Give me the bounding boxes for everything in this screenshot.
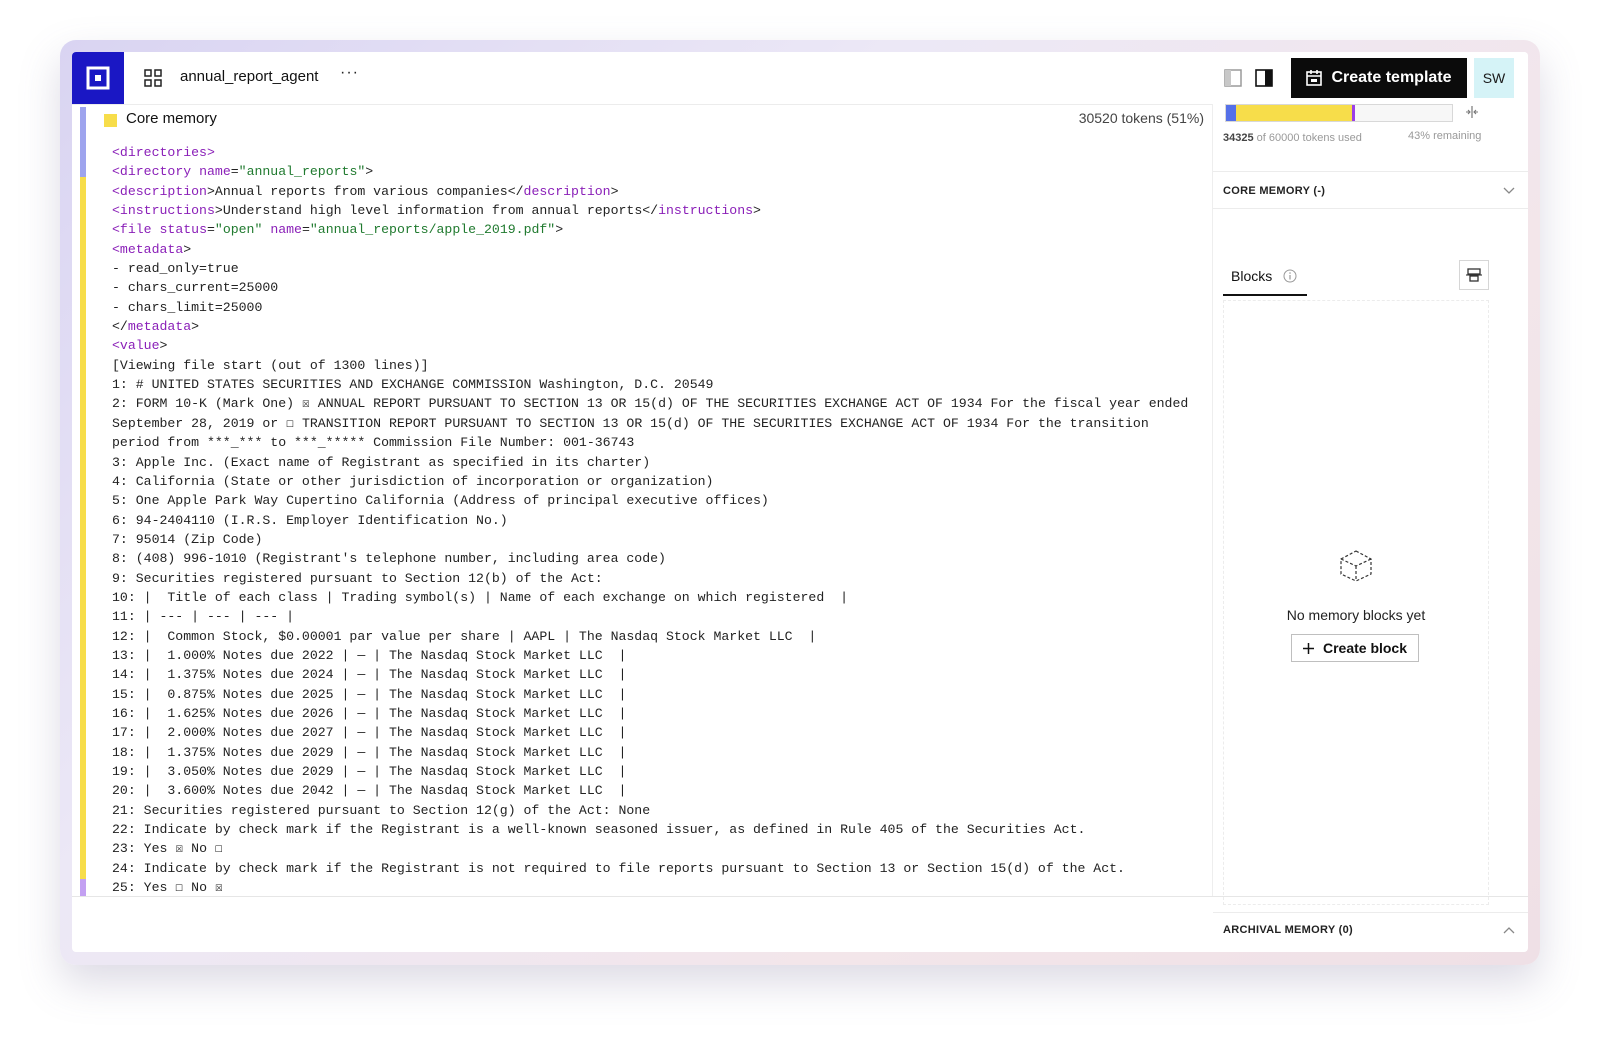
collapse-icon[interactable] xyxy=(1464,106,1480,118)
code-line: 21: Securities registered pursuant to Se… xyxy=(112,802,651,818)
context-window-bar xyxy=(1225,104,1453,122)
archival-memory-section-toggle[interactable]: ARCHIVAL MEMORY (0) xyxy=(1223,924,1353,936)
code-line: <directory name="annual_reports"> xyxy=(112,164,374,180)
tokens-used: 34325 of 60000 tokens used xyxy=(1223,132,1362,144)
core-memory-swatch xyxy=(104,114,117,127)
app-window: annual_report_agent ··· Create template … xyxy=(72,52,1528,952)
code-line: 1: # UNITED STATES SECURITIES AND EXCHAN… xyxy=(112,377,714,393)
info-icon[interactable] xyxy=(1283,269,1297,283)
code-line: - chars_current=25000 xyxy=(112,280,279,296)
code-line: 4: California (State or other jurisdicti… xyxy=(112,473,714,489)
block-tool-button[interactable] xyxy=(1459,260,1489,290)
top-bar: annual_report_agent ··· Create template … xyxy=(72,52,1528,104)
memory-sidebar: 34325 of 60000 tokens used 43% remaining… xyxy=(1212,104,1528,936)
cube-icon xyxy=(1340,550,1372,582)
code-line: <instructions>Understand high level info… xyxy=(112,203,761,219)
core-memory-title: Core memory xyxy=(126,110,217,127)
code-line: 2: FORM 10-K (Mark One) ☒ ANNUAL REPORT … xyxy=(112,396,1197,451)
code-line: 12: | Common Stock, $0.00001 par value p… xyxy=(112,628,817,644)
code-line: 24: Indicate by check mark if the Regist… xyxy=(112,860,1125,876)
code-line: 23: Yes ☒ No ☐ xyxy=(112,841,223,857)
code-line: 20: | 3.600% Notes due 2042 | — | The Na… xyxy=(112,783,627,799)
memory-content: <directories> <directory name="annual_re… xyxy=(112,143,1202,897)
memory-usage-rail xyxy=(80,107,86,897)
context-system-segment xyxy=(1226,105,1236,121)
panel-right-icon[interactable] xyxy=(1255,69,1273,87)
core-memory-panel: Core memory 30520 tokens (51%) <director… xyxy=(72,104,1212,952)
create-template-button[interactable]: Create template xyxy=(1291,58,1467,98)
tokens-remaining: 43% remaining xyxy=(1408,130,1482,142)
code-line: - read_only=true xyxy=(112,261,239,277)
template-icon xyxy=(1306,70,1323,86)
rail-messages-segment xyxy=(80,879,86,897)
avatar[interactable]: SW xyxy=(1474,58,1514,98)
code-line: <value> xyxy=(112,338,168,354)
rail-system-segment xyxy=(80,107,86,177)
core-memory-tokens: 30520 tokens (51%) xyxy=(1078,110,1204,126)
plus-icon xyxy=(1302,642,1314,654)
core-memory-header: Core memory 30520 tokens (51%) xyxy=(104,105,1204,135)
code-line: 18: | 1.375% Notes due 2029 | — | The Na… xyxy=(112,744,627,760)
code-line: 22: Indicate by check mark if the Regist… xyxy=(112,822,1086,838)
section-divider xyxy=(1213,912,1528,913)
section-divider xyxy=(1213,171,1528,172)
code-line: 7: 95014 (Zip Code) xyxy=(112,531,263,547)
grid-icon[interactable] xyxy=(144,69,162,87)
agent-name[interactable]: annual_report_agent xyxy=(180,68,318,85)
create-block-button[interactable]: Create block xyxy=(1291,634,1419,662)
section-divider xyxy=(1213,208,1528,209)
code-line: 3: Apple Inc. (Exact name of Registrant … xyxy=(112,454,651,470)
tab-blocks[interactable]: Blocks xyxy=(1223,266,1307,296)
code-line: <directories> xyxy=(112,145,215,160)
footer-divider xyxy=(72,896,1528,897)
create-template-label: Create template xyxy=(1331,69,1452,86)
chevron-up-icon[interactable] xyxy=(1503,926,1515,934)
code-line: 8: (408) 996-1010 (Registrant's telephon… xyxy=(112,551,666,567)
code-line: 6: 94-2404110 (I.R.S. Employer Identific… xyxy=(112,512,508,528)
empty-message: No memory blocks yet xyxy=(1286,607,1426,623)
code-line: <file status="open" name="annual_reports… xyxy=(112,222,564,238)
letta-logo-icon[interactable] xyxy=(72,52,124,104)
tab-blocks-label: Blocks xyxy=(1231,268,1273,284)
block-tool-icon xyxy=(1466,268,1482,282)
context-messages-segment xyxy=(1352,105,1355,121)
create-block-label: Create block xyxy=(1322,640,1408,656)
more-options-button[interactable]: ··· xyxy=(340,64,359,82)
code-line: 13: | 1.000% Notes due 2022 | — | The Na… xyxy=(112,647,627,663)
code-line: 5: One Apple Park Way Cupertino Californ… xyxy=(112,493,769,509)
code-line: 10: | Title of each class | Trading symb… xyxy=(112,589,848,605)
core-memory-section-toggle[interactable]: CORE MEMORY (-) xyxy=(1223,185,1325,197)
code-line: 14: | 1.375% Notes due 2024 | — | The Na… xyxy=(112,667,627,683)
chevron-down-icon[interactable] xyxy=(1503,187,1515,195)
code-line: 15: | 0.875% Notes due 2025 | — | The Na… xyxy=(112,686,627,702)
code-line: </metadata> xyxy=(112,319,200,335)
code-line: 17: | 2.000% Notes due 2027 | — | The Na… xyxy=(112,725,627,741)
code-line: 25: Yes ☐ No ☒ xyxy=(112,880,223,896)
panel-left-icon[interactable] xyxy=(1224,69,1242,87)
code-line: <description>Annual reports from various… xyxy=(112,183,619,199)
code-line: 11: | --- | --- | --- | xyxy=(112,609,295,625)
code-line: - chars_limit=25000 xyxy=(112,299,263,315)
code-line: 19: | 3.050% Notes due 2029 | — | The Na… xyxy=(112,764,627,779)
code-line: [Viewing file start (out of 1300 lines)] xyxy=(112,357,429,373)
context-core-memory-segment xyxy=(1236,105,1352,121)
code-line: 9: Securities registered pursuant to Sec… xyxy=(112,570,603,586)
code-line: 16: | 1.625% Notes due 2026 | — | The Na… xyxy=(112,705,627,721)
code-line: <metadata> xyxy=(112,241,192,257)
blocks-empty-state: No memory blocks yet Create block xyxy=(1223,300,1489,905)
